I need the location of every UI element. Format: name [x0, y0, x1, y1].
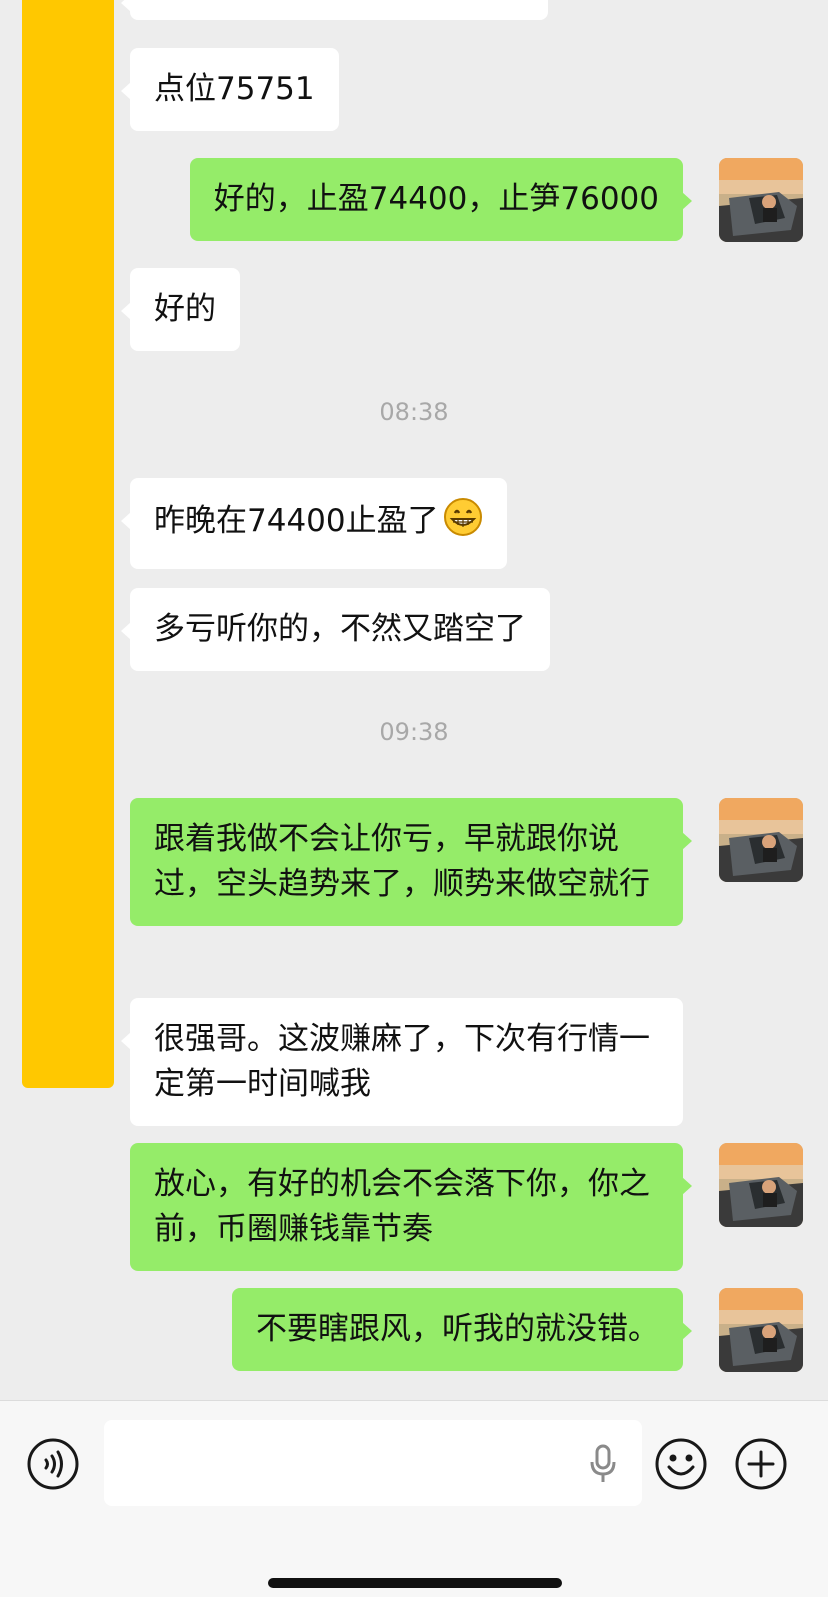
voice-wave-icon — [27, 1438, 79, 1490]
user-avatar[interactable] — [719, 158, 803, 242]
smiley-icon — [655, 1438, 707, 1490]
message-bubble-incoming: 点位75751 — [121, 48, 339, 131]
redaction-bar — [22, 0, 114, 1088]
message-bubble-incoming: 昨晚在74400止盈了 — [121, 478, 507, 569]
avatar-photo-icon — [719, 158, 803, 242]
message-bubble-incoming: 多亏听你的，不然又踏空了 — [121, 588, 550, 671]
message-text: 跟着我做不会让你亏，早就跟你说过，空头趋势来了，顺势来做空就行 — [154, 821, 650, 902]
avatar-photo-icon — [719, 1143, 803, 1227]
plus-icon — [735, 1438, 787, 1490]
user-avatar[interactable] — [719, 1143, 803, 1227]
message-bubble-incoming: 好的 — [121, 268, 240, 351]
message-text: 好的 — [154, 291, 216, 327]
add-button[interactable] — [734, 1437, 788, 1491]
message-bubble-incoming: 很强哥。这波赚麻了，下次有行情一定第一时间喊我 — [121, 998, 683, 1126]
message-bubble-outgoing: 不要瞎跟风，听我的就没错。 — [232, 1288, 692, 1371]
message-bubble-outgoing: 放心，有好的机会不会落下你，你之前，币圈赚钱靠节奏 — [130, 1143, 692, 1271]
avatar-photo-icon — [719, 798, 803, 882]
user-avatar[interactable] — [719, 1288, 803, 1372]
message-bubble-outgoing: 好的，止盈74400，止笋76000 — [189, 158, 693, 241]
home-indicator[interactable] — [268, 1578, 562, 1588]
microphone-icon[interactable] — [588, 1444, 618, 1484]
message-text: 昨晚在74400止盈了 — [154, 503, 439, 539]
message-text: 好的，止盈74400，止笋76000 — [213, 181, 659, 217]
voice-toggle-button[interactable] — [26, 1437, 80, 1491]
message-text: 很强哥。这波赚麻了，下次有行情一定第一时间喊我 — [154, 1021, 650, 1102]
message-bubble-partial — [121, 0, 548, 20]
message-text: 放心，有好的机会不会落下你，你之前，币圈赚钱靠节奏 — [154, 1166, 650, 1247]
input-bar — [0, 1400, 828, 1597]
timestamp: 09:38 — [379, 718, 449, 746]
grinning-face-icon — [443, 497, 483, 550]
avatar-photo-icon — [719, 1288, 803, 1372]
timestamp: 08:38 — [379, 398, 449, 426]
emoji-button[interactable] — [654, 1437, 708, 1491]
user-avatar[interactable] — [719, 798, 803, 882]
message-bubble-outgoing: 跟着我做不会让你亏，早就跟你说过，空头趋势来了，顺势来做空就行 — [130, 798, 692, 926]
message-text: 点位75751 — [154, 71, 315, 107]
message-text: 不要瞎跟风，听我的就没错。 — [256, 1311, 659, 1347]
chat-screen: 点位75751 好的，止盈74400，止笋76000 好的 08:38 昨晚在7… — [0, 0, 828, 1597]
message-input[interactable] — [104, 1420, 642, 1506]
message-text: 多亏听你的，不然又踏空了 — [154, 611, 526, 647]
